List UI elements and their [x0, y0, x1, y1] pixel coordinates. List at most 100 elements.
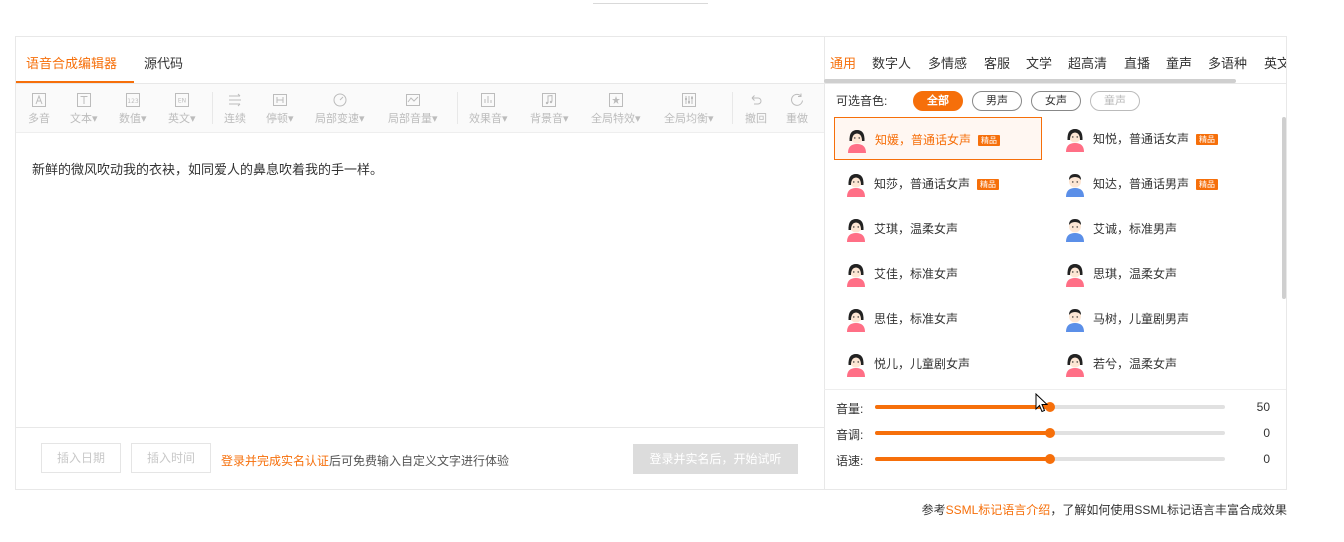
svg-text:EN: EN	[178, 98, 186, 105]
pitch-label: 音调:	[836, 428, 864, 442]
premium-badge: 精品	[978, 135, 1001, 146]
volume-value: 50	[1256, 400, 1270, 414]
category-tab-customer-service[interactable]: 客服	[984, 53, 1010, 72]
male-avatar-icon	[1066, 309, 1084, 332]
music-note-icon	[542, 93, 557, 107]
toolbar-polyphone-button[interactable]: 多音	[28, 92, 50, 126]
insert-time-button[interactable]: 插入时间	[131, 443, 211, 473]
toolbar-local-volume-button[interactable]: 局部音量▾	[388, 92, 438, 126]
category-tab-multi-emotion[interactable]: 多情感	[928, 53, 967, 72]
voice-name-text: 艾诚，标准男声	[1093, 222, 1178, 236]
voice-name: 若兮，温柔女声	[1093, 355, 1177, 372]
toolbar-global-eq-button[interactable]: 全局均衡▾	[664, 92, 714, 126]
filter-child-chip[interactable]: 童声	[1090, 91, 1140, 111]
volume-slider[interactable]	[875, 402, 1225, 412]
male-avatar-icon	[1066, 174, 1084, 197]
voice-name-text: 知达，普通话男声	[1093, 177, 1190, 191]
editor-content[interactable]: 新鲜的微风吹动我的衣袂，如同爱人的鼻息吹着我的手一样。	[32, 159, 383, 178]
filter-male-chip[interactable]: 男声	[972, 91, 1022, 111]
toolbar-english-button[interactable]: EN 英文▾	[168, 92, 196, 126]
toolbar-local-speed-button[interactable]: 局部变速▾	[315, 92, 365, 126]
voice-name: 艾诚，标准男声	[1093, 220, 1177, 237]
filter-female-chip[interactable]: 女声	[1031, 91, 1081, 111]
voice-item[interactable]: 若兮，温柔女声	[1053, 342, 1261, 385]
male-avatar-icon	[1066, 219, 1084, 242]
pitch-slider-handle[interactable]	[1045, 428, 1055, 438]
voice-item[interactable]: 知达，普通话男声 精品	[1053, 162, 1261, 205]
category-tab-digital-human[interactable]: 数字人	[872, 53, 911, 72]
star-icon	[608, 93, 623, 107]
toolbar-label: 数值▾	[119, 113, 147, 125]
category-tab-ultra-hd[interactable]: 超高清	[1068, 53, 1107, 72]
speed-slider-handle[interactable]	[1045, 454, 1055, 464]
volume-label: 音量:	[836, 402, 864, 416]
female-avatar-icon	[1066, 264, 1084, 287]
editor-tabs: 语音合成编辑器 源代码	[16, 37, 824, 84]
voice-item[interactable]: 艾琪，温柔女声	[834, 207, 1042, 250]
voice-item[interactable]: 思琪，温柔女声	[1053, 252, 1261, 295]
audio-params: 音量: 50 音调: 0 语速: 0	[824, 389, 1286, 490]
category-tab-child[interactable]: 童声	[1166, 53, 1192, 72]
toolbar-pause-button[interactable]: 停顿▾	[266, 92, 294, 126]
voice-list-scrollbar[interactable]	[1282, 117, 1286, 299]
female-avatar-icon	[847, 219, 865, 242]
login-verify-link[interactable]: 登录并完成实名认证	[221, 454, 329, 468]
voice-name: 马树，儿童剧男声	[1093, 310, 1189, 327]
voice-name-text: 悦儿，儿童剧女声	[874, 357, 971, 371]
tab-source-code[interactable]: 源代码	[144, 53, 183, 72]
number-123-icon: 123	[125, 93, 140, 107]
toolbar-undo-button[interactable]: 撤回	[745, 92, 767, 126]
toolbar-text-button[interactable]: 文本▾	[70, 92, 98, 126]
toolbar-label: 英文▾	[168, 113, 196, 125]
category-tab-live[interactable]: 直播	[1124, 53, 1150, 72]
voice-item[interactable]: 知莎，普通话女声 精品	[834, 162, 1042, 205]
voice-name-text: 马树，儿童剧男声	[1093, 312, 1190, 326]
category-tab-english[interactable]: 英文	[1264, 53, 1286, 72]
tab-tts-editor[interactable]: 语音合成编辑器	[26, 53, 117, 72]
toolbar-redo-button[interactable]: 重做	[786, 92, 808, 126]
toolbar-label: 文本▾	[70, 113, 98, 125]
ssml-toolbar: 多音 文本▾ 123 数值▾ EN 英文▾ 连续 停顿▾ 局部变速▾ 局部音量▾…	[16, 84, 824, 133]
speed-label: 语速:	[836, 454, 864, 468]
toolbar-background-music-button[interactable]: 背景音▾	[530, 92, 569, 126]
login-hint-text: 后可免费输入自定义文字进行体验	[329, 454, 510, 468]
pitch-slider[interactable]	[875, 428, 1225, 438]
category-tab-general[interactable]: 通用	[830, 53, 856, 72]
voice-item[interactable]: 知悦，普通话女声 精品	[1053, 117, 1261, 160]
volume-slider-fill	[875, 405, 1050, 409]
toolbar-number-button[interactable]: 123 数值▾	[119, 92, 147, 126]
voice-list: 知媛，普通话女声 精品 知悦，普通话女声 精品 知莎，普通话女声 精品 知达，普通话男声 精品…	[824, 117, 1286, 389]
voice-name-text: 若兮，温柔女声	[1093, 357, 1178, 371]
voice-item[interactable]: 艾佳，标准女声	[834, 252, 1042, 295]
voice-name: 艾琪，温柔女声	[874, 220, 958, 237]
start-listening-button[interactable]: 登录并实名后，开始试听	[633, 444, 798, 474]
voice-item[interactable]: 马树，儿童剧男声	[1053, 297, 1261, 340]
toolbar-global-effect-button[interactable]: 全局特效▾	[591, 92, 641, 126]
category-tab-multilingual[interactable]: 多语种	[1208, 53, 1247, 72]
filter-all-chip[interactable]: 全部	[913, 91, 963, 111]
toolbar-effect-sound-button[interactable]: 效果音▾	[469, 92, 508, 126]
effect-bars-icon	[481, 93, 496, 107]
voice-item[interactable]: 悦儿，儿童剧女声	[834, 342, 1042, 385]
voice-item[interactable]: 艾诚，标准男声	[1053, 207, 1261, 250]
voice-name: 知达，普通话男声 精品	[1093, 175, 1219, 192]
voice-item[interactable]: 思佳，标准女声	[834, 297, 1042, 340]
category-tab-literature[interactable]: 文学	[1026, 53, 1052, 72]
voice-name: 悦儿，儿童剧女声	[874, 355, 970, 372]
voice-item[interactable]: 知媛，普通话女声 精品	[834, 117, 1042, 160]
speed-slider[interactable]	[875, 454, 1225, 464]
top-divider	[593, 3, 708, 4]
voice-name: 思琪，温柔女声	[1093, 265, 1177, 282]
toolbar-continuous-button[interactable]: 连续	[224, 92, 246, 126]
voice-name: 知莎，普通话女声 精品	[874, 175, 1000, 192]
active-tab-indicator	[16, 81, 134, 83]
toolbar-label: 全局特效▾	[591, 113, 641, 125]
ssml-intro-link[interactable]: SSML标记语言介绍	[946, 503, 1051, 517]
character-a-icon	[32, 93, 46, 107]
footer-suffix: ，了解如何使用SSML标记语言丰富合成效果	[1050, 503, 1287, 517]
voice-filter-label: 可选音色:	[836, 94, 888, 108]
editor-bottom-bar: 插入日期 插入时间 登录并完成实名认证后可免费输入自定义文字进行体验 登录并实名…	[16, 427, 824, 490]
voice-name: 知媛，普通话女声 精品	[875, 131, 1001, 148]
category-scrollbar[interactable]	[824, 79, 1236, 83]
insert-date-button[interactable]: 插入日期	[41, 443, 121, 473]
